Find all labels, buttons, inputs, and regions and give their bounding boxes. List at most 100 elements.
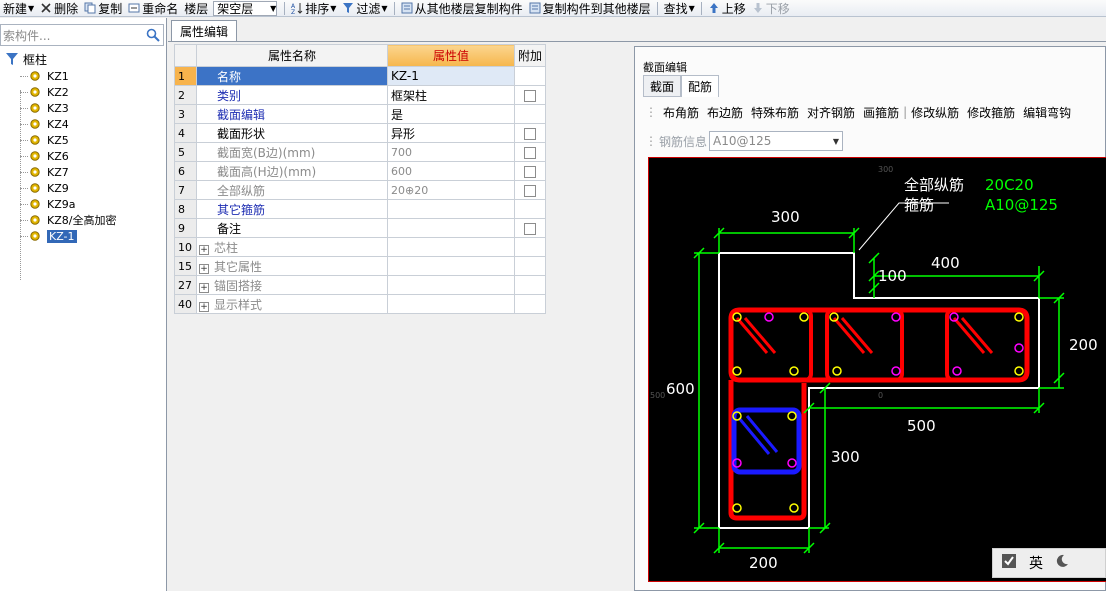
move-up-button[interactable]: 上移 bbox=[705, 0, 749, 16]
rebar-info-select[interactable]: A10@125 ▼ bbox=[709, 131, 844, 151]
move-down-button[interactable]: 下移 bbox=[749, 0, 793, 16]
property-value-cell[interactable]: 600 bbox=[387, 161, 515, 181]
extra-checkbox[interactable] bbox=[524, 127, 536, 140]
tree-item[interactable]: KZ9a bbox=[0, 196, 166, 212]
row-number: 1 bbox=[174, 66, 197, 86]
edit-hook-button[interactable]: 编辑弯钩 bbox=[1019, 104, 1075, 121]
extra-checkbox[interactable] bbox=[524, 184, 536, 197]
table-row[interactable]: 15 + 其它属性 bbox=[174, 256, 546, 276]
value-stirrup: A10@125 bbox=[985, 196, 1058, 214]
expand-plus-icon[interactable]: + bbox=[199, 263, 209, 274]
table-row[interactable]: 4 截面形状 异形 bbox=[174, 123, 546, 143]
tab-section[interactable]: 截面 bbox=[643, 75, 682, 97]
find-button[interactable]: 查找 ▼ bbox=[661, 0, 698, 16]
table-row[interactable]: 40 + 显示样式 bbox=[174, 294, 546, 314]
table-row[interactable]: 27 + 锚固搭接 bbox=[174, 275, 546, 295]
copy-from-floor-button[interactable]: 从其他楼层复制构件 bbox=[398, 0, 526, 16]
property-value-cell[interactable] bbox=[387, 199, 515, 219]
tab-property-edit[interactable]: 属性编辑 bbox=[171, 20, 238, 42]
property-value-cell[interactable] bbox=[387, 237, 515, 257]
tree-item[interactable]: KZ-1 bbox=[0, 228, 166, 244]
search-input[interactable]: 索构件... bbox=[0, 24, 164, 46]
delete-button[interactable]: 删除 bbox=[37, 0, 81, 16]
tree-item[interactable]: KZ5 bbox=[0, 132, 166, 148]
extra-checkbox[interactable] bbox=[524, 165, 536, 178]
chevron-down-icon: ▼ bbox=[270, 3, 277, 13]
rebar-point bbox=[764, 312, 774, 322]
tree-item[interactable]: KZ7 bbox=[0, 164, 166, 180]
floor-select[interactable]: 架空层 ▼ bbox=[213, 0, 278, 16]
expand-plus-icon[interactable]: + bbox=[199, 282, 209, 293]
property-value-cell[interactable] bbox=[387, 275, 515, 295]
property-value-cell[interactable]: 20⊕20 bbox=[387, 180, 515, 200]
ime-toolbar[interactable]: 英 bbox=[992, 548, 1106, 578]
expand-plus-icon[interactable]: + bbox=[199, 301, 209, 312]
table-row[interactable]: 2 类别 框架柱 bbox=[174, 85, 546, 105]
dim-200-bottom: 200 bbox=[749, 554, 778, 572]
extra-checkbox[interactable] bbox=[524, 222, 536, 235]
draw-stirrup-button[interactable]: 画箍筋 bbox=[859, 104, 903, 121]
ime-language[interactable]: 英 bbox=[1029, 553, 1043, 573]
special-rebar-button[interactable]: 特殊布筋 bbox=[747, 104, 803, 121]
tree-item[interactable]: KZ3 bbox=[0, 100, 166, 116]
tree-item[interactable]: KZ1 bbox=[0, 68, 166, 84]
property-value-cell[interactable]: 框架柱 bbox=[387, 85, 515, 105]
tree-item[interactable]: KZ8/全高加密 bbox=[0, 212, 166, 228]
moon-icon[interactable] bbox=[1055, 554, 1069, 572]
rebar-point bbox=[832, 366, 842, 376]
table-row[interactable]: 10 + 芯柱 bbox=[174, 237, 546, 257]
property-name: 截面高(H边)(mm) bbox=[217, 164, 317, 179]
table-row[interactable]: 1 名称 KZ-1 bbox=[174, 66, 546, 86]
new-button[interactable]: 新建 ▼ bbox=[0, 0, 37, 16]
row-number: 15 bbox=[174, 256, 197, 276]
tree-item[interactable]: KZ4 bbox=[0, 116, 166, 132]
filter-button[interactable]: 过滤 ▼ bbox=[339, 0, 390, 16]
table-row[interactable]: 9 备注 bbox=[174, 218, 546, 238]
property-value-cell[interactable]: 异形 bbox=[387, 123, 515, 143]
row-number: 9 bbox=[174, 218, 197, 238]
property-value-cell[interactable] bbox=[387, 294, 515, 314]
section-drawing-canvas[interactable]: 300 500 0 300 400 100 200 600 500 300 20… bbox=[648, 157, 1106, 582]
table-row[interactable]: 3 截面编辑 是 bbox=[174, 104, 546, 124]
sort-button[interactable]: A Z 排序 ▼ bbox=[288, 0, 339, 17]
table-row[interactable]: 6 截面高(H边)(mm) 600 bbox=[174, 161, 546, 181]
dim-line-500 bbox=[803, 388, 1045, 414]
table-row[interactable]: 8 其它箍筋 bbox=[174, 199, 546, 219]
section-drawing: 300 500 0 300 400 100 200 600 500 300 20… bbox=[650, 165, 1098, 572]
tab-reinforcement[interactable]: 配筋 bbox=[681, 75, 720, 97]
table-row[interactable]: 5 截面宽(B边)(mm) 700 bbox=[174, 142, 546, 162]
check-icon[interactable] bbox=[1001, 553, 1017, 573]
property-value-cell[interactable] bbox=[387, 256, 515, 276]
tree-item[interactable]: KZ6 bbox=[0, 148, 166, 164]
tree-connector bbox=[20, 220, 28, 221]
property-value-cell[interactable]: 700 bbox=[387, 142, 515, 162]
copy-to-floor-button[interactable]: 复制构件到其他楼层 bbox=[526, 0, 654, 16]
property-value-cell[interactable]: 是 bbox=[387, 104, 515, 124]
rebar-point bbox=[732, 366, 742, 376]
property-name: 备注 bbox=[217, 221, 242, 236]
tree-root-frame-column[interactable]: 框柱 bbox=[0, 50, 166, 68]
rename-button[interactable]: 重命名 bbox=[125, 0, 181, 16]
extra-checkbox[interactable] bbox=[524, 146, 536, 159]
property-value-cell[interactable]: KZ-1 bbox=[387, 66, 515, 86]
property-value-cell[interactable] bbox=[387, 218, 515, 238]
floor-value: 架空层 bbox=[217, 1, 254, 16]
copy-label: 复制 bbox=[98, 1, 123, 16]
extra-checkbox[interactable] bbox=[524, 89, 536, 102]
rebar-point bbox=[952, 366, 962, 376]
modify-stirrup-button[interactable]: 修改箍筋 bbox=[963, 104, 1019, 121]
align-rebar-button[interactable]: 对齐钢筋 bbox=[803, 104, 859, 121]
table-row[interactable]: 7 全部纵筋 20⊕20 bbox=[174, 180, 546, 200]
corner-rebar-button[interactable]: 布角筋 bbox=[659, 104, 703, 121]
modify-longitudinal-button[interactable]: 修改纵筋 bbox=[907, 104, 963, 121]
copy-button[interactable]: 复制 bbox=[81, 0, 125, 16]
copy-icon bbox=[84, 2, 96, 14]
tree-item[interactable]: KZ2 bbox=[0, 84, 166, 100]
search-icon[interactable] bbox=[146, 28, 160, 42]
tree-item[interactable]: KZ9 bbox=[0, 180, 166, 196]
extra-cell bbox=[514, 275, 546, 295]
toolbar-grip-icon: ⋮ bbox=[645, 134, 657, 148]
expand-plus-icon[interactable]: + bbox=[199, 244, 209, 255]
property-name: 芯柱 bbox=[214, 240, 239, 255]
edge-rebar-button[interactable]: 布边筋 bbox=[703, 104, 747, 121]
